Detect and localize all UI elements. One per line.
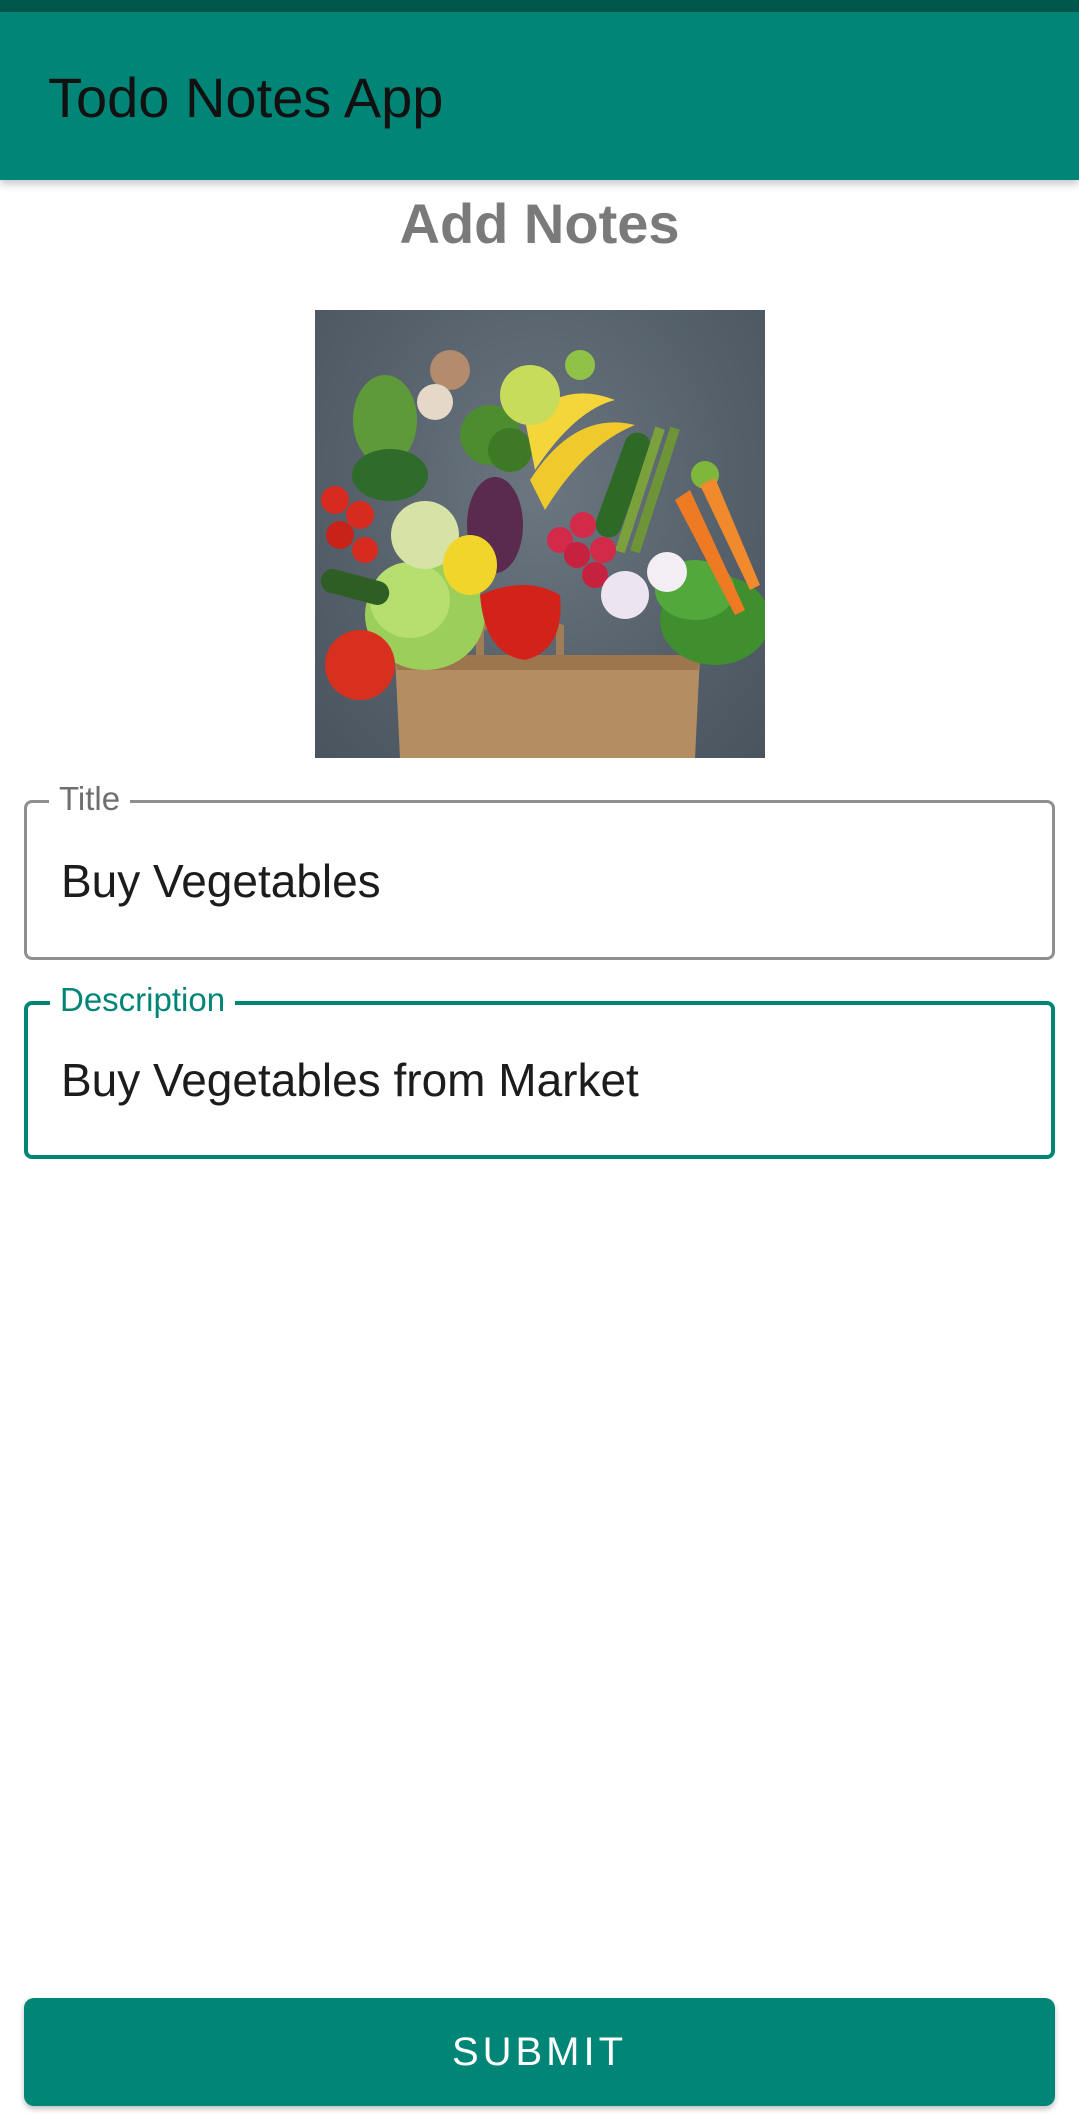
app-title: Todo Notes App <box>48 66 444 129</box>
title-input[interactable]: Buy Vegetables <box>61 853 1021 909</box>
description-input[interactable]: Buy Vegetables from Market <box>61 1052 1021 1108</box>
vegetables-image <box>315 310 765 758</box>
add-notes-screen: Todo Notes App Add Notes Title Buy Veget… <box>0 0 1079 2117</box>
status-bar <box>0 0 1079 12</box>
page-title: Add Notes <box>399 192 680 255</box>
app-bar: Todo Notes App <box>0 12 1079 180</box>
description-field[interactable]: Description Buy Vegetables from Market <box>24 978 1055 1159</box>
submit-button[interactable]: SUBMIT <box>24 1998 1055 2106</box>
description-field-label: Description <box>50 978 236 1022</box>
title-field-label: Title <box>49 777 131 821</box>
title-field[interactable]: Title Buy Vegetables <box>24 777 1055 960</box>
